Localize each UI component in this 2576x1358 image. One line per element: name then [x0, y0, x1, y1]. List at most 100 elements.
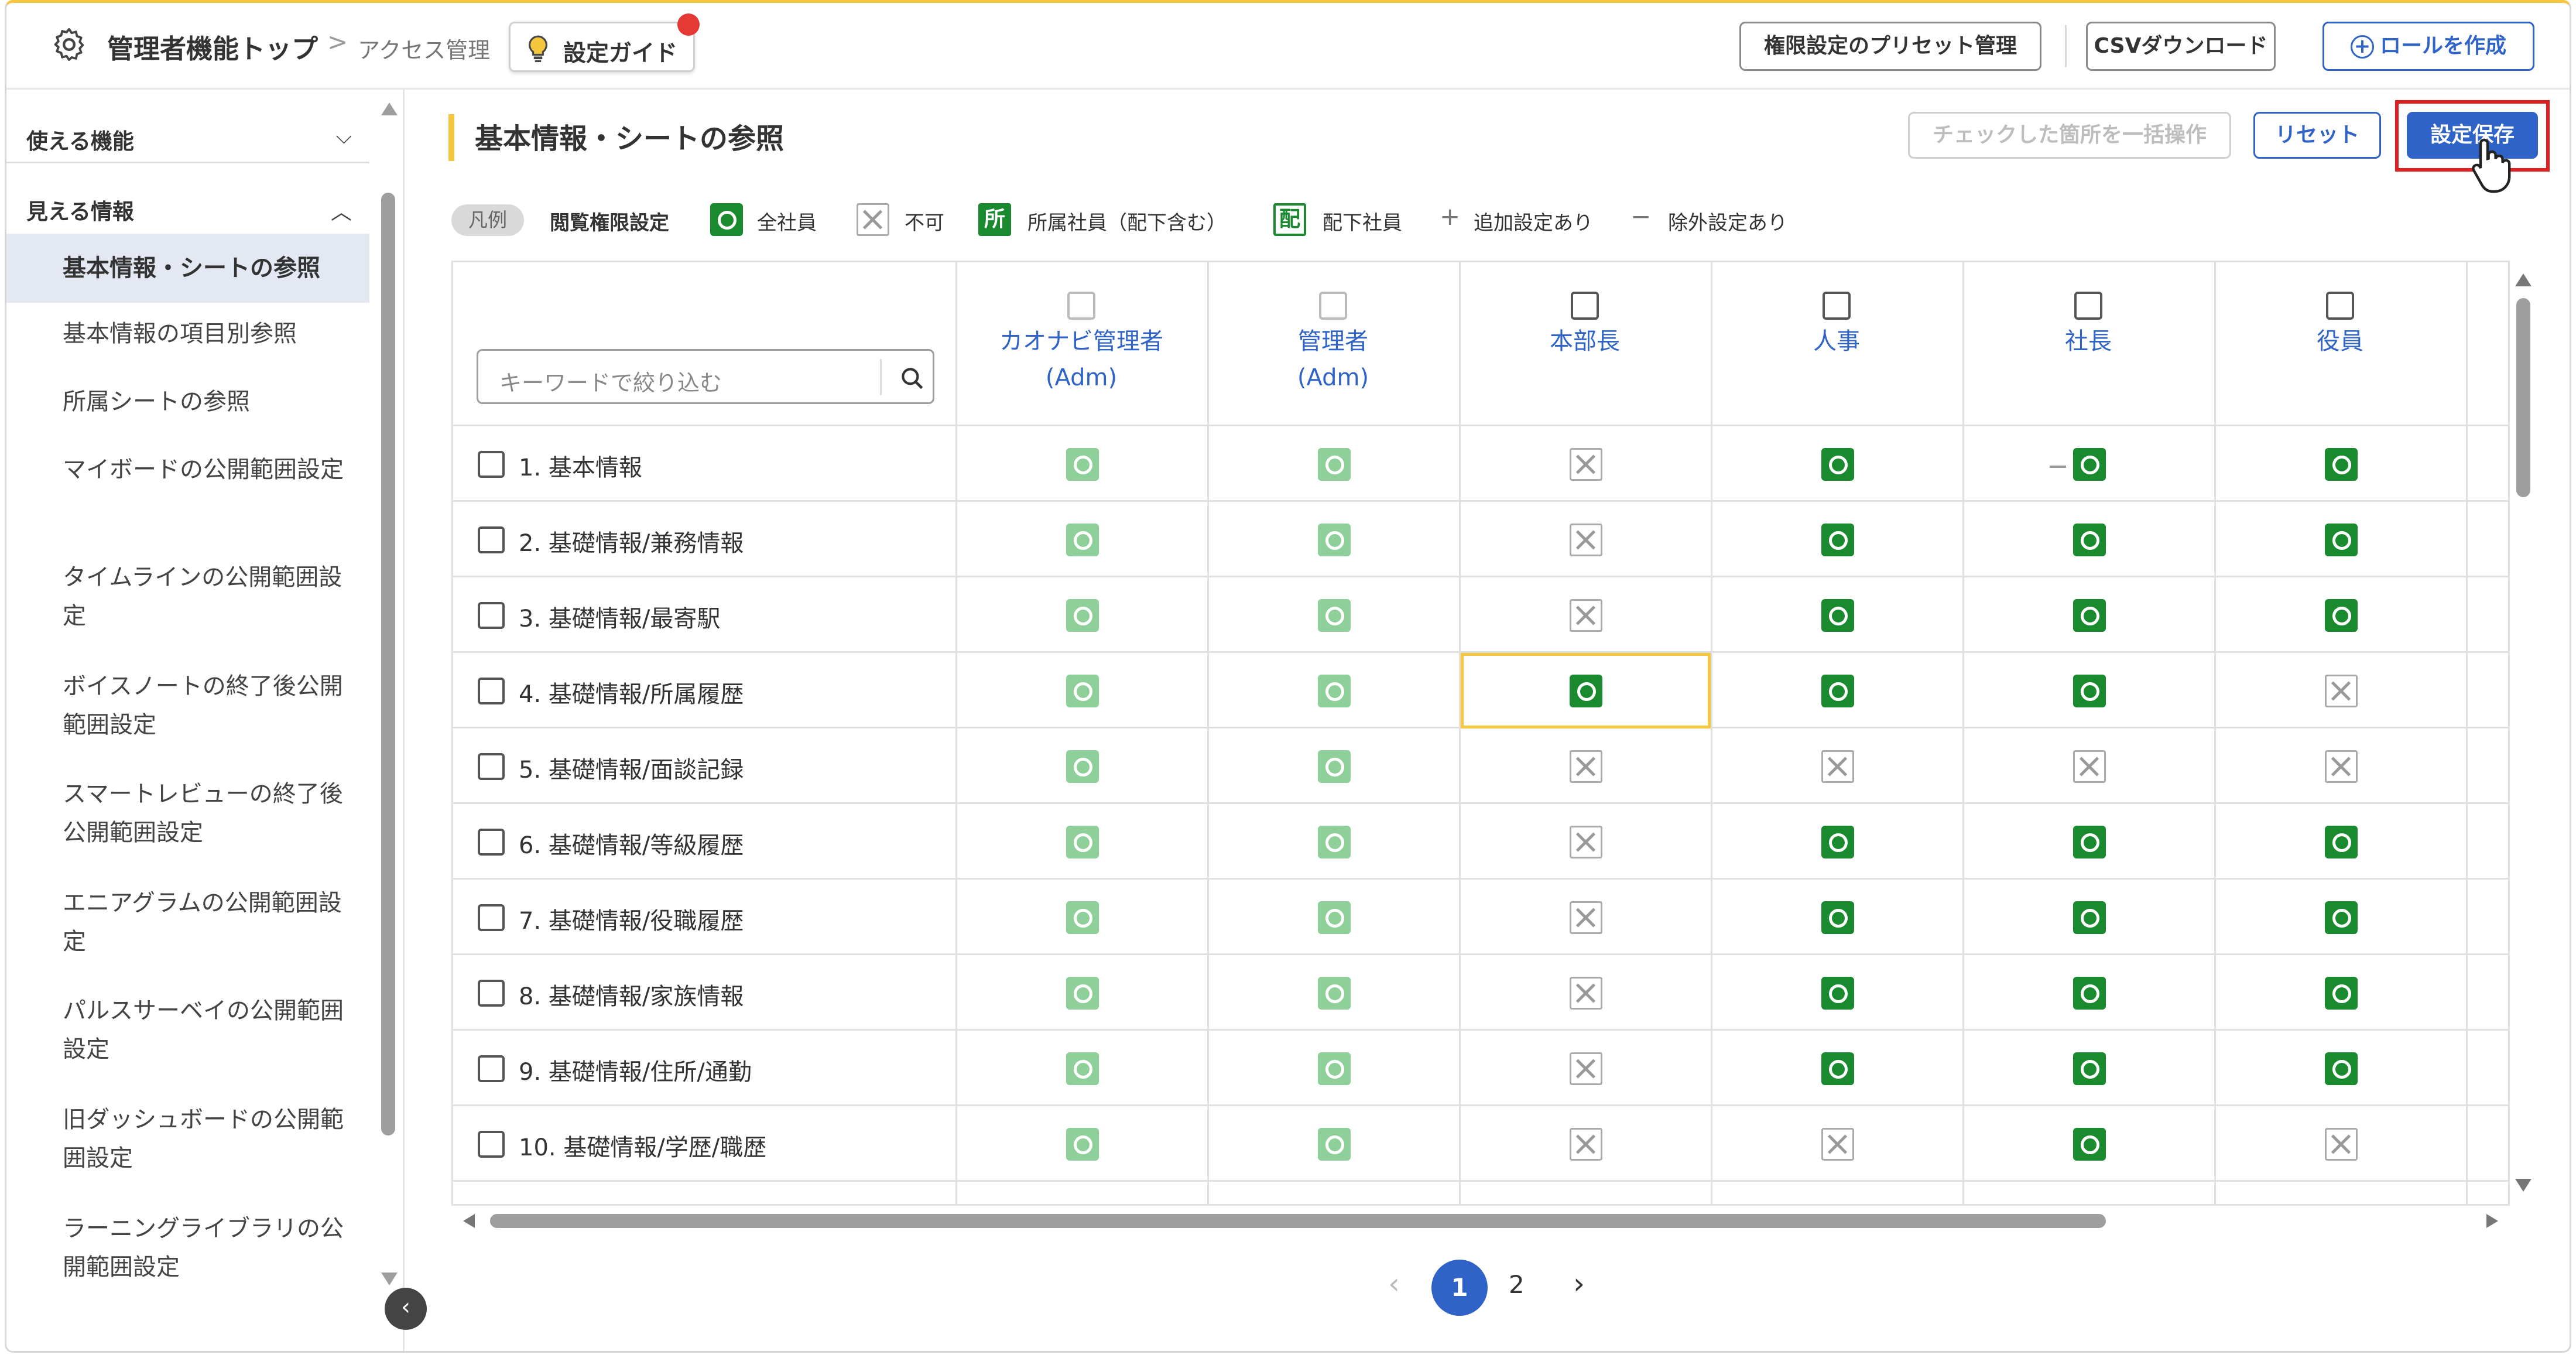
- permission-cell[interactable]: [957, 577, 1207, 653]
- sidebar-item-timeline[interactable]: タイムラインの公開範囲設定: [6, 558, 369, 635]
- sidebar-scroll-down[interactable]: [381, 1273, 398, 1285]
- sidebar-item-old-dashboard[interactable]: 旧ダッシュボードの公開範囲設定: [6, 1100, 369, 1178]
- permission-cell[interactable]: [1964, 804, 2214, 880]
- table-vertical-scrollbar[interactable]: [2510, 261, 2537, 1206]
- permission-cell[interactable]: [1209, 426, 1459, 502]
- permission-cell[interactable]: [2216, 577, 2466, 653]
- sidebar-scrollbar[interactable]: [381, 193, 395, 1135]
- gear-icon[interactable]: [50, 25, 88, 64]
- breadcrumb-admin-top[interactable]: 管理者機能トップ: [107, 28, 318, 66]
- scroll-right-arrow[interactable]: [2486, 1214, 2498, 1228]
- column-role-name[interactable]: 本部長: [1459, 323, 1711, 360]
- scroll-down-arrow[interactable]: [2515, 1179, 2532, 1192]
- permission-cell[interactable]: [2216, 880, 2466, 955]
- row-checkbox[interactable]: [478, 678, 505, 704]
- pagination-page-1[interactable]: 1: [1431, 1260, 1488, 1316]
- permission-cell[interactable]: [1209, 880, 1459, 955]
- permission-cell[interactable]: [1209, 1031, 1459, 1106]
- permission-cell[interactable]: [1964, 426, 2214, 502]
- permission-cell[interactable]: [1964, 880, 2214, 955]
- row-checkbox[interactable]: [478, 526, 505, 553]
- sidebar-item-dept-sheet[interactable]: 所属シートの参照: [6, 382, 369, 421]
- sidebar-item-voicenote[interactable]: ボイスノートの終了後公開範囲設定: [6, 667, 369, 744]
- permission-cell[interactable]: [1209, 804, 1459, 880]
- permission-cell[interactable]: [1461, 1031, 1711, 1106]
- permission-cell[interactable]: [1461, 1106, 1711, 1182]
- permission-cell[interactable]: [1209, 728, 1459, 804]
- permission-cell[interactable]: [1209, 577, 1459, 653]
- permission-cell[interactable]: [1712, 728, 1962, 804]
- preset-management-button[interactable]: 権限設定のプリセット管理: [1739, 22, 2041, 71]
- column-checkbox[interactable]: [1067, 292, 1095, 320]
- sidebar-group-features[interactable]: 使える機能 ⌵: [6, 107, 369, 163]
- permission-cell[interactable]: [957, 653, 1207, 728]
- permission-cell[interactable]: [1209, 502, 1459, 577]
- sidebar-scroll-up[interactable]: [381, 102, 398, 115]
- permission-cell[interactable]: [1209, 1106, 1459, 1182]
- permission-cell[interactable]: [1461, 577, 1711, 653]
- sidebar-item-learning-library[interactable]: ラーニングライブラリの公開範囲設定: [6, 1209, 369, 1287]
- permission-cell[interactable]: [2216, 653, 2466, 728]
- permission-cell[interactable]: [1964, 577, 2214, 653]
- permission-cell[interactable]: [1461, 426, 1711, 502]
- permission-cell[interactable]: [1712, 804, 1962, 880]
- permission-cell[interactable]: [1461, 653, 1711, 728]
- sidebar-item-enneagram[interactable]: エニアグラムの公開範囲設定: [6, 884, 369, 961]
- column-role-name[interactable]: 管理者 (Adm): [1207, 323, 1459, 396]
- permission-cell[interactable]: [1209, 955, 1459, 1031]
- permission-cell[interactable]: [1964, 502, 2214, 577]
- column-checkbox[interactable]: [2074, 292, 2102, 320]
- permission-cell[interactable]: [1964, 955, 2214, 1031]
- column-checkbox[interactable]: [1319, 292, 1347, 320]
- pagination-page-2[interactable]: 2: [1509, 1270, 1525, 1299]
- sidebar-item-pulse-survey[interactable]: パルスサーベイの公開範囲設定: [6, 991, 369, 1069]
- permission-cell[interactable]: [2216, 804, 2466, 880]
- row-checkbox[interactable]: [478, 602, 505, 629]
- sidebar-group-visible-info[interactable]: 見える情報 ︿: [6, 177, 369, 234]
- csv-download-button[interactable]: CSVダウンロード: [2086, 22, 2276, 71]
- permission-cell[interactable]: [1964, 728, 2214, 804]
- sidebar-item-basic-info-fields[interactable]: 基本情報の項目別参照: [6, 314, 369, 353]
- permission-cell[interactable]: [2216, 502, 2466, 577]
- column-role-name[interactable]: 社長: [1962, 323, 2214, 360]
- column-checkbox[interactable]: [2326, 292, 2354, 320]
- sidebar-item-myboard[interactable]: マイボードの公開範囲設定: [6, 450, 369, 489]
- pagination-prev[interactable]: ‹: [1388, 1267, 1400, 1301]
- row-checkbox[interactable]: [478, 980, 505, 1007]
- permission-cell[interactable]: [1461, 728, 1711, 804]
- permission-cell[interactable]: [1964, 653, 2214, 728]
- permission-cell[interactable]: [1712, 426, 1962, 502]
- row-checkbox[interactable]: [478, 1131, 505, 1158]
- permission-cell[interactable]: [1712, 502, 1962, 577]
- permission-cell[interactable]: [1712, 577, 1962, 653]
- permission-cell[interactable]: [957, 426, 1207, 502]
- permission-cell[interactable]: [957, 1031, 1207, 1106]
- permission-cell[interactable]: [957, 502, 1207, 577]
- column-checkbox[interactable]: [1823, 292, 1851, 320]
- permission-cell[interactable]: [1712, 1106, 1962, 1182]
- collapse-sidebar-button[interactable]: ‹: [385, 1288, 427, 1330]
- permission-cell[interactable]: [1461, 502, 1711, 577]
- permission-cell[interactable]: [2216, 426, 2466, 502]
- row-checkbox[interactable]: [478, 451, 505, 478]
- permission-cell[interactable]: [1461, 955, 1711, 1031]
- permission-cell[interactable]: [957, 955, 1207, 1031]
- create-role-button[interactable]: + ロールを作成: [2322, 22, 2534, 71]
- scroll-up-arrow[interactable]: [2515, 273, 2532, 286]
- row-checkbox[interactable]: [478, 1055, 505, 1082]
- permission-cell[interactable]: [957, 880, 1207, 955]
- vertical-scroll-thumb[interactable]: [2516, 298, 2530, 497]
- row-checkbox[interactable]: [478, 753, 505, 780]
- column-role-name[interactable]: カオナビ管理者 (Adm): [955, 323, 1207, 396]
- keyword-search-input[interactable]: キーワードで絞り込む: [477, 349, 934, 404]
- bulk-action-button[interactable]: チェックした箇所を一括操作: [1908, 112, 2231, 159]
- permission-cell[interactable]: [957, 1106, 1207, 1182]
- permission-cell[interactable]: [1712, 1031, 1962, 1106]
- row-checkbox[interactable]: [478, 829, 505, 856]
- reset-button[interactable]: リセット: [2253, 112, 2381, 159]
- permission-cell[interactable]: [1209, 653, 1459, 728]
- permission-cell[interactable]: [957, 804, 1207, 880]
- permission-cell[interactable]: [2216, 1031, 2466, 1106]
- permission-cell[interactable]: [1461, 880, 1711, 955]
- setup-guide-button[interactable]: 設定ガイド: [509, 22, 695, 72]
